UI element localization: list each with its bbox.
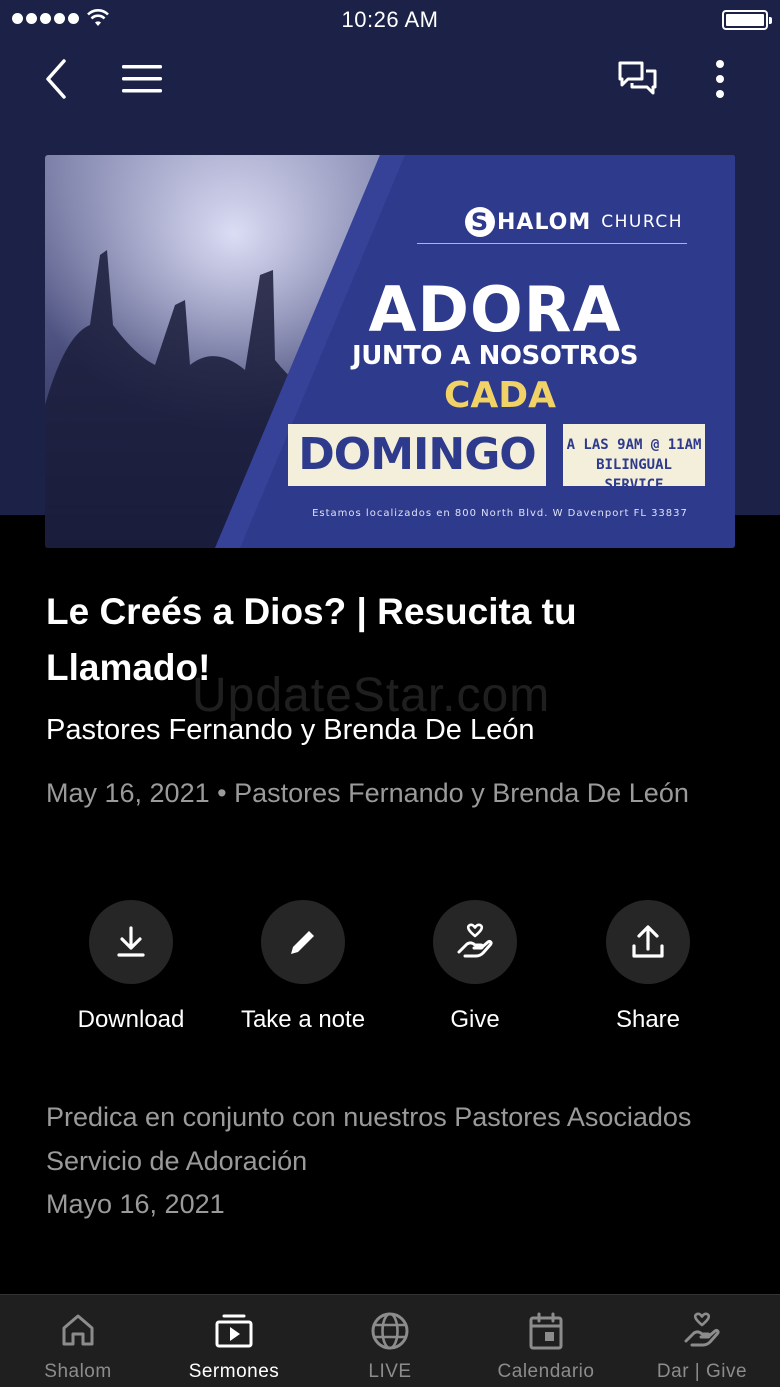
hamburger-menu-icon[interactable] — [118, 62, 166, 96]
description-line: Mayo 16, 2021 — [46, 1189, 225, 1219]
tab-calendario[interactable]: Calendario — [468, 1295, 624, 1387]
give-button[interactable]: Give — [390, 900, 560, 1034]
home-icon — [62, 1314, 94, 1346]
download-label: Download — [77, 1006, 185, 1033]
banner-divider — [417, 243, 687, 244]
give-hand-heart-icon — [684, 1312, 720, 1347]
tab-label: LIVE — [368, 1361, 412, 1382]
take-note-button[interactable]: Take a note — [218, 900, 388, 1034]
tab-label: Sermones — [188, 1361, 280, 1382]
status-time: 10:26 AM — [341, 7, 439, 32]
battery-icon — [722, 10, 772, 30]
banner-subheadline: JUNTO A NOSOTROS — [352, 341, 638, 371]
back-arrow-icon[interactable] — [40, 57, 76, 101]
banner-headline: ADORA — [368, 273, 622, 346]
banner-highlight: CADA — [443, 375, 557, 416]
pencil-icon — [291, 928, 317, 954]
status-bar: 10:26 AM — [0, 0, 780, 40]
tab-label: Calendario — [497, 1361, 595, 1382]
give-hand-heart-icon — [457, 923, 493, 958]
tab-live[interactable]: LIVE — [312, 1295, 468, 1387]
chat-bubbles-icon[interactable] — [614, 58, 660, 100]
sermons-play-icon — [215, 1314, 253, 1348]
banner-service-times: A LAS 9AM @ 11AM BILINGUAL SERVICE — [563, 424, 705, 493]
give-label: Give — [450, 1006, 500, 1033]
tab-label: Dar | Give — [656, 1361, 748, 1382]
calendar-icon — [529, 1312, 563, 1350]
more-vertical-icon[interactable] — [706, 56, 734, 102]
sermon-meta: May 16, 2021 • Pastores Fernando y Brend… — [46, 778, 689, 808]
tab-dar-give[interactable]: Dar | Give — [624, 1295, 780, 1387]
banner-address: Estamos localizados en 800 North Blvd. W… — [312, 508, 688, 519]
tab-shalom[interactable]: Shalom — [0, 1295, 156, 1387]
tab-label: Shalom — [44, 1361, 112, 1382]
share-button[interactable]: Share — [563, 900, 733, 1034]
globe-icon — [371, 1312, 409, 1350]
description-line: Predica en conjunto con nuestros Pastore… — [46, 1102, 692, 1132]
banner-day-label: DOMINGO — [288, 424, 546, 486]
description-line: Servicio de Adoración — [46, 1145, 308, 1176]
tab-sermones[interactable]: Sermones — [156, 1295, 312, 1387]
bottom-tab-bar: Shalom Sermones LIVE Calendario Dar | Gi… — [0, 1294, 780, 1387]
sermon-description: Predica en conjunto con nuestros Pastore… — [46, 1096, 736, 1227]
download-button[interactable]: Download — [46, 900, 216, 1034]
sermon-banner-image: S HALOM CHURCH ADORA JUNTO A NOSOTROS CADA… — [45, 155, 735, 548]
download-icon — [117, 926, 145, 957]
sermon-speaker: Pastores Fernando y Brenda De León — [46, 714, 535, 746]
share-icon — [632, 925, 664, 958]
share-label: Share — [615, 1006, 681, 1033]
take-note-label: Take a note — [240, 1006, 366, 1033]
banner-brand-logo: S HALOM CHURCH — [465, 207, 683, 237]
